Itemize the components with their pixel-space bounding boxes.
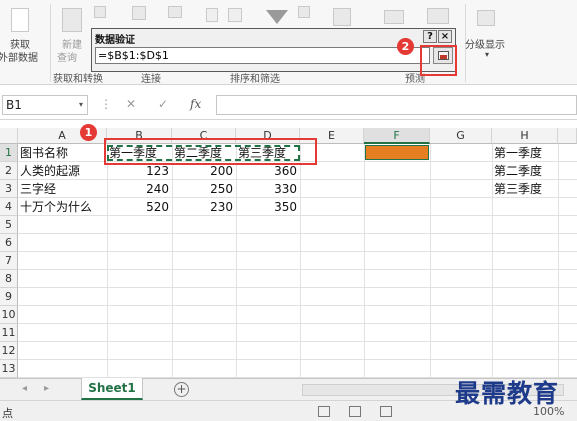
annotation-badge-2: 2 [397, 38, 414, 55]
row-header-3[interactable]: 3 [0, 180, 18, 198]
show-queries-icon[interactable] [94, 6, 106, 18]
row-header-11[interactable]: 11 [0, 324, 18, 342]
cell-a2[interactable]: 人类的起源 [18, 162, 107, 180]
filter-icon[interactable] [266, 10, 288, 24]
more-options-icon: ⋮ [100, 97, 112, 111]
row-header-13[interactable]: 13 [0, 360, 18, 378]
grid-line [18, 251, 577, 252]
grid-line [18, 305, 577, 306]
worksheet-grid[interactable]: A B C D E F G H 1 2 3 4 5 6 7 8 9 10 11 … [0, 128, 577, 378]
forecast-sheet-icon[interactable] [427, 8, 449, 24]
active-cell-f1[interactable] [365, 145, 429, 160]
row-header-10[interactable]: 10 [0, 306, 18, 324]
name-box[interactable]: B1 ▾ [2, 95, 88, 115]
row-header-5[interactable]: 5 [0, 216, 18, 234]
watermark-logo: 最需教育 [455, 379, 560, 408]
source-range-input[interactable]: =$B$1:$D$1 [95, 47, 430, 64]
cell-h2[interactable]: 第二季度 [492, 162, 558, 180]
group-get-transform: 获取和转换 [53, 74, 103, 85]
group-connections: 连接 [141, 74, 161, 85]
what-if-icon[interactable] [384, 10, 404, 24]
sheet-tab-sheet1[interactable]: Sheet1 [81, 378, 143, 400]
name-box-value: B1 [6, 98, 22, 112]
row-header-4[interactable]: 4 [0, 198, 18, 216]
formula-input[interactable] [216, 95, 577, 115]
page-break-view-icon[interactable] [380, 406, 392, 417]
name-box-dropdown-icon[interactable]: ▾ [79, 96, 83, 114]
get-data-label-2[interactable]: 外部数据 [0, 49, 38, 64]
row-header-7[interactable]: 7 [0, 252, 18, 270]
cell-d3[interactable]: 330 [236, 180, 300, 198]
cell-h3[interactable]: 第三季度 [492, 180, 558, 198]
row-header-12[interactable]: 12 [0, 342, 18, 360]
properties-icon[interactable] [168, 6, 182, 18]
col-header-g[interactable]: G [430, 128, 492, 144]
grid-line [18, 359, 577, 360]
row-header-8[interactable]: 8 [0, 270, 18, 288]
row-header-1[interactable]: 1 [0, 144, 18, 162]
add-sheet-icon[interactable]: + [174, 382, 189, 397]
insert-function-icon[interactable]: fx [190, 97, 201, 111]
status-mode: 点 [2, 407, 13, 420]
col-header-i[interactable] [558, 128, 577, 144]
cell-a1[interactable]: 图书名称 [18, 144, 107, 162]
excel-window: 获取 外部数据 新建 查询 分级显示 ▾ 获取和转换 连接 排序和筛选 预测 数… [0, 0, 577, 421]
sort-icon[interactable] [206, 8, 218, 22]
normal-view-icon[interactable] [318, 406, 330, 417]
dialog-close-button[interactable]: × [438, 30, 452, 43]
col-header-h[interactable]: H [492, 128, 558, 144]
outline-icon[interactable] [477, 10, 495, 26]
annotation-box-2 [420, 45, 457, 76]
dialog-help-button[interactable]: ? [423, 30, 437, 43]
new-query-label-2[interactable]: 查询 [57, 49, 77, 64]
dialog-title: 数据验证 [95, 35, 135, 46]
get-data-icon[interactable] [11, 8, 29, 32]
select-all-corner[interactable] [0, 128, 18, 144]
grid-line [18, 323, 577, 324]
outline-dropdown[interactable]: ▾ [485, 50, 489, 59]
formula-bar: B1 ▾ ⋮ ✕ ✓ fx [0, 86, 577, 120]
connections-icon[interactable] [132, 6, 146, 20]
cell-d4[interactable]: 350 [236, 198, 300, 216]
new-query-icon[interactable] [62, 8, 82, 32]
cell-a3[interactable]: 三字经 [18, 180, 107, 198]
group-sort-filter: 排序和筛选 [230, 74, 280, 85]
sort-az-icon[interactable] [228, 8, 242, 22]
ribbon-separator [50, 4, 51, 82]
col-header-f[interactable]: F [364, 128, 430, 144]
cell-b3[interactable]: 240 [107, 180, 172, 198]
cell-c4[interactable]: 230 [172, 198, 236, 216]
grid-line [18, 233, 577, 234]
prev-sheet-icon[interactable]: ◂ [22, 383, 27, 394]
text-to-columns-icon[interactable] [333, 8, 351, 26]
cancel-icon[interactable]: ✕ [126, 97, 136, 111]
cell-h1[interactable]: 第一季度 [492, 144, 558, 162]
enter-icon[interactable]: ✓ [158, 97, 168, 111]
outline-label[interactable]: 分级显示 [465, 36, 505, 51]
cell-a4[interactable]: 十万个为什么 [18, 198, 107, 216]
row-header-9[interactable]: 9 [0, 288, 18, 306]
row-header-2[interactable]: 2 [0, 162, 18, 180]
annotation-badge-1: 1 [80, 124, 97, 141]
advanced-filter-icon[interactable] [298, 6, 310, 18]
grid-line [18, 287, 577, 288]
grid-line [18, 341, 577, 342]
cell-b4[interactable]: 520 [107, 198, 172, 216]
annotation-box-1 [104, 138, 317, 165]
cell-c3[interactable]: 250 [172, 180, 236, 198]
row-header-6[interactable]: 6 [0, 234, 18, 252]
grid-line [18, 269, 577, 270]
page-layout-view-icon[interactable] [349, 406, 361, 417]
next-sheet-icon[interactable]: ▸ [44, 383, 49, 394]
